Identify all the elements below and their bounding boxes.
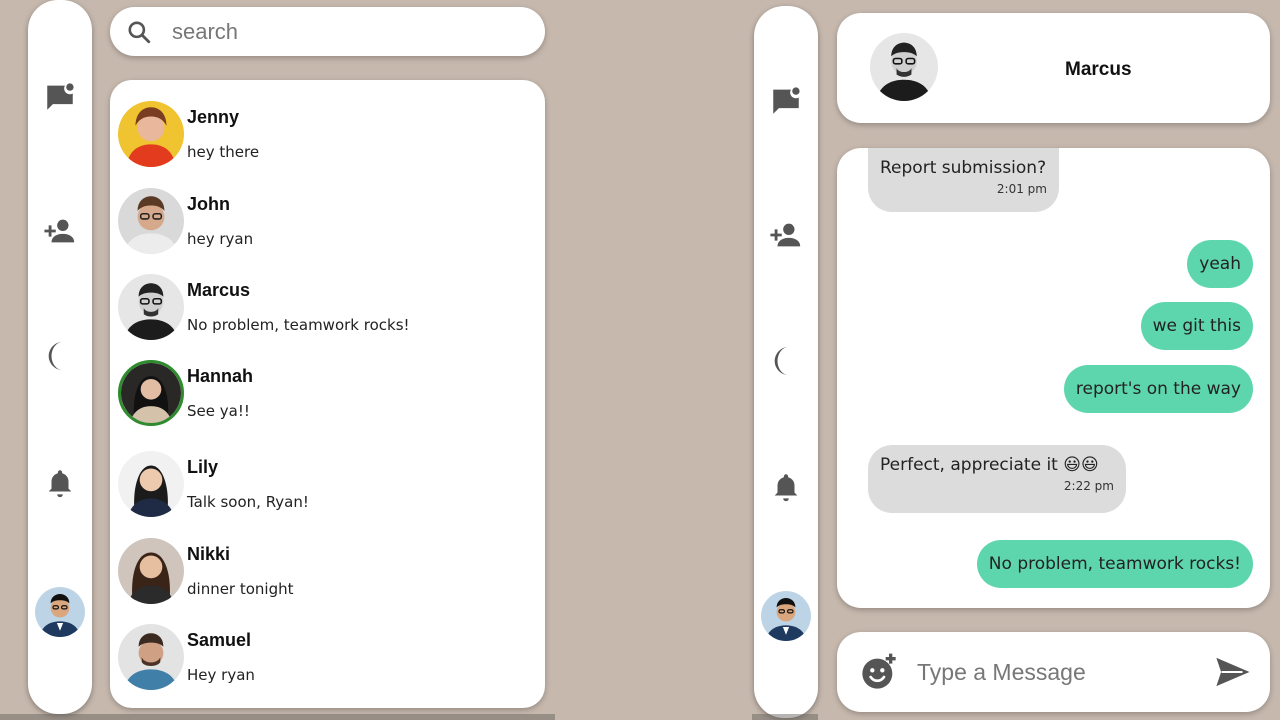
chat-item-jenny[interactable]: Jenny hey there: [118, 97, 538, 171]
message-outgoing: we git this: [1140, 302, 1253, 350]
frame-edge: [752, 714, 818, 720]
frame-edge: [0, 714, 555, 720]
avatar: [118, 274, 184, 340]
conversation-header: Marcus: [837, 13, 1270, 123]
chat-preview: Hey ryan: [187, 666, 255, 684]
chat-name: Marcus: [187, 280, 251, 300]
chat-icon[interactable]: [41, 78, 79, 116]
chat-list: Jenny hey there John hey ryan Marcus No …: [110, 80, 545, 708]
message-composer: [837, 632, 1270, 712]
search-icon: [128, 20, 151, 43]
chat-preview: dinner tonight: [187, 580, 294, 598]
message-time: 2:22 pm: [1063, 479, 1114, 493]
message-outgoing: yeah: [1187, 240, 1253, 288]
avatar: [118, 188, 184, 254]
chat-preview: hey there: [187, 143, 260, 161]
chat-preview: No problem, teamwork rocks!: [187, 316, 410, 334]
chat-name: Samuel: [187, 630, 252, 650]
add-user-icon[interactable]: [767, 216, 805, 254]
chat-item-nikki[interactable]: Nikki dinner tonight: [118, 534, 538, 608]
chat-item-hannah[interactable]: Hannah See ya!!: [118, 356, 538, 430]
chat-item-marcus[interactable]: Marcus No problem, teamwork rocks!: [118, 270, 538, 344]
my-avatar[interactable]: [761, 591, 811, 641]
avatar: [118, 451, 184, 517]
message-text: No problem, teamwork rocks!: [988, 554, 1241, 574]
chat-item-lily[interactable]: Lily Talk soon, Ryan!: [118, 447, 538, 521]
chat-preview: Talk soon, Ryan!: [187, 493, 309, 511]
chat-item-samuel[interactable]: Samuel Hey ryan: [118, 620, 538, 694]
chat-name: Lily: [187, 457, 219, 477]
chat-name: John: [187, 194, 230, 214]
message-text: yeah: [1199, 254, 1241, 274]
avatar-online: [118, 360, 184, 426]
message-input[interactable]: [917, 658, 1197, 686]
chat-name: Nikki: [187, 544, 231, 564]
my-avatar[interactable]: [35, 587, 85, 637]
message-outgoing: No problem, teamwork rocks!: [976, 540, 1253, 588]
chat-preview: hey ryan: [187, 230, 254, 248]
message-text: Perfect, appreciate it 😃😃: [880, 455, 1099, 475]
message-incoming: Perfect, appreciate it 😃😃 2:22 pm: [868, 445, 1126, 513]
chat-preview: See ya!!: [187, 402, 250, 420]
emoji-add-icon[interactable]: [859, 652, 899, 692]
message-incoming: Report submission? 2:01 pm: [868, 148, 1059, 212]
search-bar: [110, 7, 545, 56]
message-thread: Report submission? 2:01 pm yeah we git t…: [837, 148, 1270, 608]
send-icon[interactable]: [1214, 654, 1250, 690]
avatar: [118, 101, 184, 167]
message-outgoing: report's on the way: [1063, 365, 1253, 413]
message-text: we git this: [1152, 316, 1241, 336]
nav-rail: [754, 6, 818, 718]
chat-name: Jenny: [187, 107, 240, 127]
add-user-icon[interactable]: [41, 212, 79, 250]
nav-rail: [28, 0, 92, 714]
chat-name: Hannah: [187, 366, 254, 386]
avatar: [118, 624, 184, 690]
message-text: report's on the way: [1075, 379, 1241, 399]
contact-name: Marcus: [1065, 59, 1132, 80]
message-text: Report submission?: [880, 158, 1047, 178]
bell-icon[interactable]: [767, 468, 805, 506]
avatar: [118, 538, 184, 604]
dark-mode-icon[interactable]: [767, 342, 805, 380]
contact-avatar[interactable]: [870, 33, 938, 101]
bell-icon[interactable]: [41, 464, 79, 502]
chat-icon[interactable]: [767, 82, 805, 120]
chat-item-john[interactable]: John hey ryan: [118, 184, 538, 258]
message-time: 2:01 pm: [996, 182, 1047, 196]
dark-mode-icon[interactable]: [41, 337, 79, 375]
search-input[interactable]: [172, 18, 502, 45]
chat-list-view: Jenny hey there John hey ryan Marcus No …: [0, 0, 555, 720]
conversation-view: Marcus Report submission? 2:01 pm yeah w…: [752, 0, 1280, 720]
